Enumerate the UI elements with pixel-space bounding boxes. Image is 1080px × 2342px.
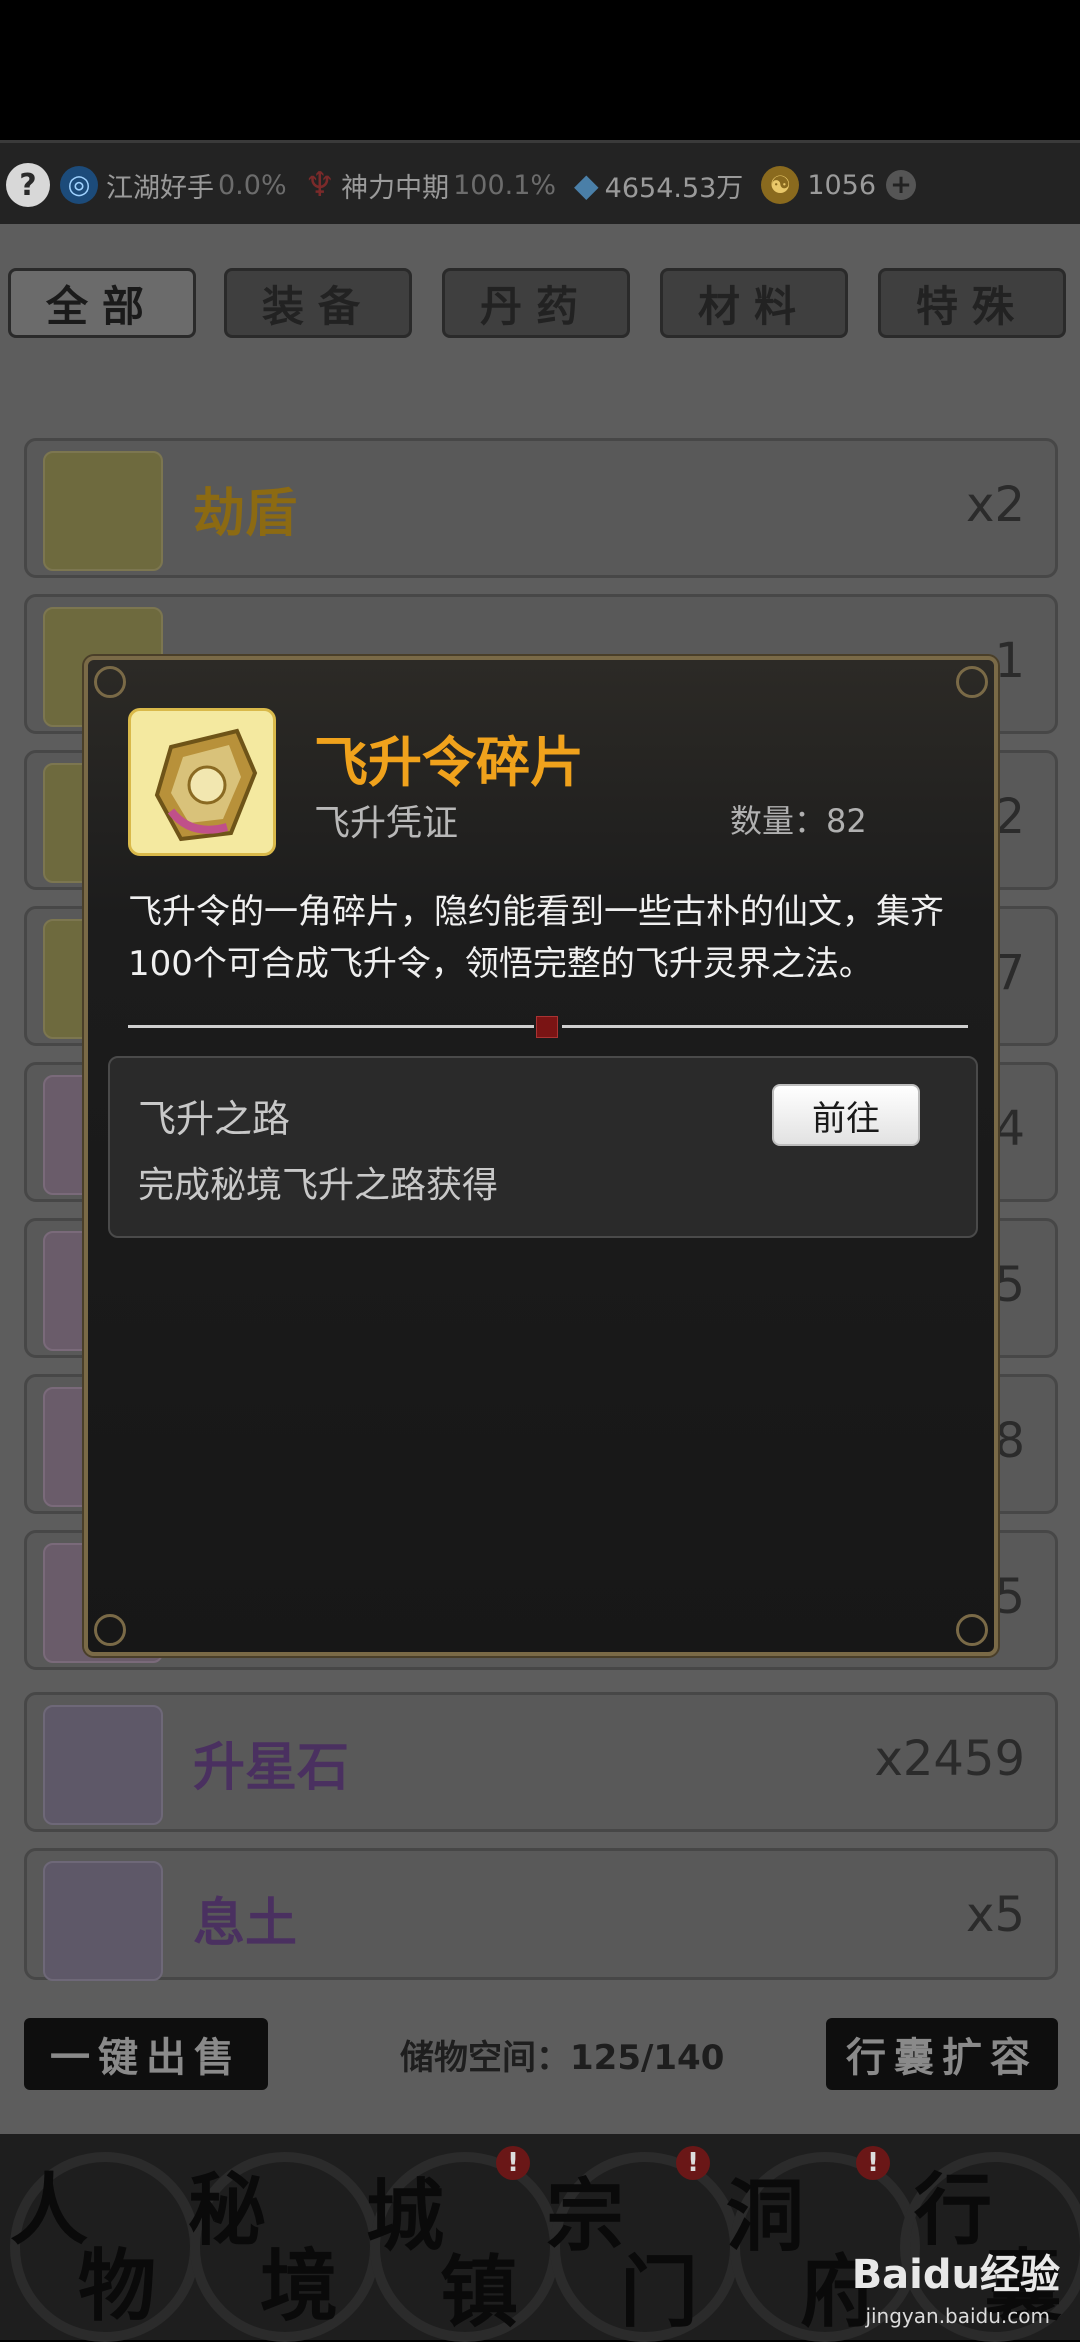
expand-bag-button[interactable]: 行囊扩容 [826,2018,1058,2090]
tab-equipment[interactable]: 装备 [224,268,412,338]
item-count: 7 [994,945,1025,1001]
item-name: 劫盾 [193,484,298,544]
list-item[interactable]: 升星石 x2459 [24,1692,1058,1832]
power-icon: ♆ [304,165,336,205]
gold-value: 1056 [807,169,877,201]
item-count: x2459 [874,1731,1025,1787]
acquire-source-card: 飞升之路 完成秘境飞升之路获得 前往 [108,1056,978,1238]
nav-char: 人 [10,2165,89,2256]
swirl-icon: ◎ [60,166,98,204]
tab-special[interactable]: 特殊 [878,268,1066,338]
nav-char: 门 [620,2247,699,2338]
item-count: 4 [994,1101,1025,1157]
nav-char: 宗 [546,2171,625,2262]
spirit-stone-stat: ◆ 4654.53万 [574,166,743,205]
cultivation-stat: ◎ 江湖好手 0.0% [60,166,287,205]
nav-town[interactable]: 城 镇 ! [360,2134,540,2340]
go-button[interactable]: 前往 [772,1084,920,1146]
tab-materials[interactable]: 材料 [660,268,848,338]
item-quantity: 数量：82 [730,802,867,840]
spirit-stone-icon: ◆ [574,166,599,204]
fragment-icon [128,708,276,856]
nav-char: 城 [366,2171,445,2262]
item-thumbnail [43,451,163,571]
list-item[interactable]: 劫盾 x2 [24,438,1058,578]
nav-char: 境 [260,2241,339,2332]
baidu-watermark: Baidu经验 [851,2252,1060,2298]
notification-badge: ! [496,2146,530,2180]
power-label: 神力中期 [341,172,450,204]
item-category: 飞升凭证 [314,803,459,844]
item-count: 1 [994,633,1025,689]
source-title: 飞升之路 [138,1097,291,1141]
power-stat: ♆ 神力中期 100.1% [305,165,556,205]
nav-secret-realm[interactable]: 秘 境 [180,2134,360,2340]
add-gold-button[interactable]: + [886,170,917,200]
item-count: x2 [966,477,1025,533]
item-title: 飞升令碎片 [314,731,584,794]
nav-sect[interactable]: 宗 门 ! [540,2134,720,2340]
nav-char: 镇 [440,2247,519,2338]
notification-badge: ! [856,2146,890,2180]
nav-char: 秘 [188,2165,267,2256]
item-name: 息土 [193,1894,298,1954]
cultivation-label: 江湖好手 [106,172,214,204]
seal-ornament [536,1016,558,1038]
corner-ornament [94,666,126,698]
item-thumbnail [43,1705,163,1825]
item-thumbnail [43,1861,163,1981]
power-pct: 100.1% [453,169,557,201]
item-count: 5 [994,1569,1025,1625]
tab-all[interactable]: 全部 [8,268,196,338]
storage-capacity: 储物空间：125/140 [400,2038,725,2078]
nav-character[interactable]: 人 物 [0,2134,180,2340]
nav-char: 洞 [726,2171,805,2262]
gold-coin-icon: ☯ [761,166,800,204]
help-button[interactable]: ? [6,163,50,207]
item-detail-dialog: 飞升令碎片 飞升凭证 数量：82 飞升令的一角碎片，隐约能看到一些古朴的仙文，集… [84,656,998,1656]
cultivation-pct: 0.0% [218,169,287,201]
item-count: 2 [994,789,1025,845]
source-description: 完成秘境飞升之路获得 [138,1165,499,1206]
list-item[interactable]: 息土 x5 [24,1848,1058,1981]
nav-char: 物 [78,2241,157,2332]
item-description: 飞升令的一角碎片，隐约能看到一些古朴的仙文，集齐100个可合成飞升令，领悟完整的… [128,892,944,984]
item-name: 升星石 [193,1738,350,1798]
tab-pills[interactable]: 丹药 [442,268,630,338]
spirit-stone-value: 4654.53万 [604,172,744,204]
baidu-watermark-url: jingyan.baidu.com [865,2304,1050,2328]
corner-ornament [94,1614,126,1646]
corner-ornament [956,1614,988,1646]
item-count: x5 [966,1887,1025,1943]
divider [128,1014,968,1040]
gold-stat: ☯ 1056 + [761,166,917,204]
notification-badge: ! [676,2146,710,2180]
corner-ornament [956,666,988,698]
sell-all-button[interactable]: 一键出售 [24,2018,268,2090]
status-bar: ? ◎ 江湖好手 0.0% ♆ 神力中期 100.1% ◆ 4654.53万 ☯… [0,140,1080,227]
